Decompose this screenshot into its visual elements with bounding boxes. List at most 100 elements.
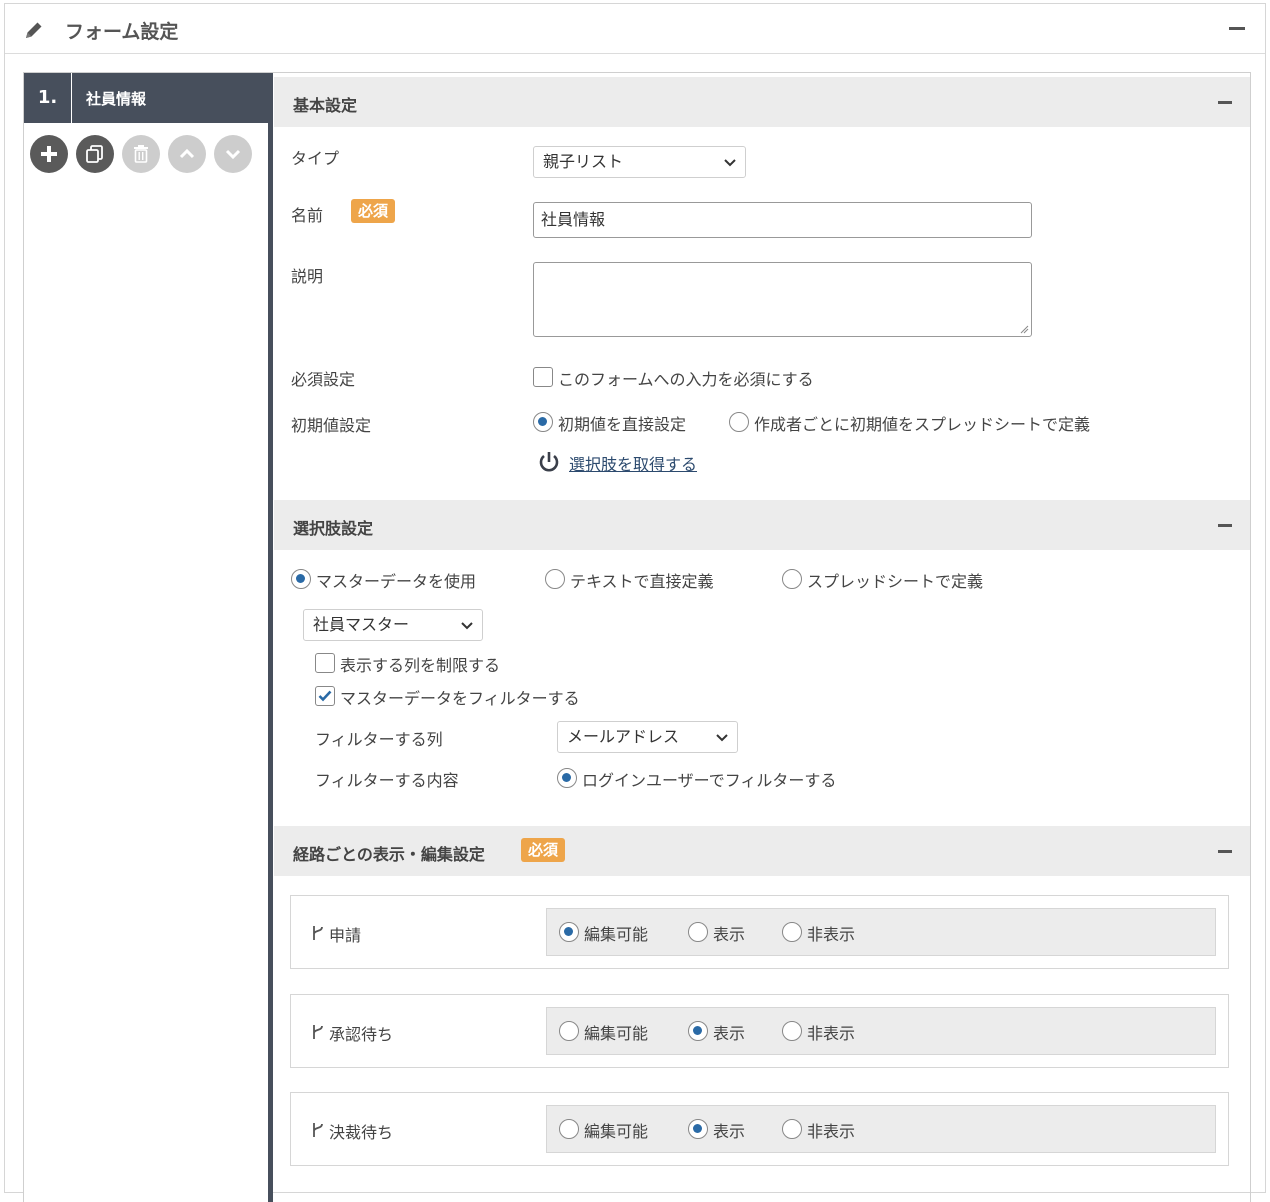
form-editor: 1. 社員情報 基本設定 タイプ 親子リスト 名前 必須 社員情報 説明 必須設… bbox=[23, 72, 1251, 1202]
item-settings: 基本設定 タイプ 親子リスト 名前 必須 社員情報 説明 必須設定 このフォーム… bbox=[274, 73, 1251, 1202]
collapse-section-button[interactable] bbox=[1218, 101, 1232, 104]
default-sheet-label: 作成者ごとに初期値をスプレッドシートで定義 bbox=[754, 415, 1091, 434]
radio-icon bbox=[688, 922, 708, 942]
route-row: 承認待ち 編集可能 表示 非表示 bbox=[290, 994, 1229, 1068]
sidebar-item-number: 1. bbox=[24, 73, 72, 123]
route-row: 申請 編集可能 表示 非表示 bbox=[290, 895, 1229, 969]
default-value-label: 初期値設定 bbox=[291, 416, 372, 435]
filter-column-value: メールアドレス bbox=[567, 727, 680, 746]
sidebar-divider bbox=[268, 73, 273, 1202]
section-title: 基本設定 bbox=[293, 96, 358, 115]
route-settings-header[interactable]: 経路ごとの表示・編集設定 必須 bbox=[274, 826, 1250, 876]
filter-master-label: マスターデータをフィルターする bbox=[340, 689, 580, 708]
section-title: 選択肢設定 bbox=[293, 519, 374, 538]
editable-label: 編集可能 bbox=[584, 1024, 649, 1043]
editable-label: 編集可能 bbox=[584, 925, 649, 944]
route-name-label: 申請 bbox=[329, 926, 362, 945]
basic-settings-header[interactable]: 基本設定 bbox=[274, 77, 1250, 127]
master-data-label: マスターデータを使用 bbox=[316, 572, 477, 591]
pencil-icon bbox=[23, 19, 45, 45]
route-visibility-options: 編集可能 表示 非表示 bbox=[546, 1007, 1216, 1055]
required-badge: 必須 bbox=[351, 199, 396, 223]
resize-handle-icon[interactable] bbox=[1020, 325, 1029, 334]
hide-label: 非表示 bbox=[807, 1122, 856, 1141]
description-textarea[interactable] bbox=[533, 262, 1032, 337]
copy-icon[interactable] bbox=[76, 135, 114, 173]
required-checkbox-label: このフォームへの入力を必須にする bbox=[558, 370, 814, 389]
description-label: 説明 bbox=[291, 267, 324, 286]
radio-icon bbox=[559, 1119, 579, 1139]
route-name-label: 決裁待ち bbox=[329, 1123, 394, 1142]
checkbox-icon bbox=[315, 653, 335, 673]
sidebar-item-employee-info[interactable]: 1. 社員情報 bbox=[24, 73, 268, 123]
text-define-label: テキストで直接定義 bbox=[570, 572, 714, 591]
name-label: 名前 bbox=[291, 206, 324, 225]
route-name: 申請 bbox=[311, 922, 361, 946]
default-direct-label: 初期値を直接設定 bbox=[558, 415, 687, 434]
radio-icon bbox=[545, 569, 565, 589]
filter-column-select[interactable]: メールアドレス bbox=[557, 721, 738, 753]
radio-icon bbox=[559, 1021, 579, 1041]
radio-selected-icon bbox=[557, 768, 577, 788]
fetch-choices-link[interactable]: 選択肢を取得する bbox=[537, 450, 737, 476]
power-icon bbox=[539, 452, 559, 472]
panel-header: フォーム設定 bbox=[5, 4, 1265, 54]
radio-selected-icon bbox=[533, 412, 553, 432]
radio-selected-icon bbox=[559, 922, 579, 942]
chevron-down-icon bbox=[724, 159, 736, 167]
checkbox-icon bbox=[533, 367, 553, 387]
collapse-panel-button[interactable] bbox=[1229, 27, 1245, 30]
chevron-up-icon[interactable] bbox=[168, 135, 206, 173]
chevron-down-icon[interactable] bbox=[214, 135, 252, 173]
radio-selected-icon bbox=[688, 1119, 708, 1139]
choices-settings-header[interactable]: 選択肢設定 bbox=[274, 500, 1250, 550]
route-name-label: 承認待ち bbox=[329, 1025, 394, 1044]
show-label: 表示 bbox=[713, 1024, 746, 1043]
filter-column-label: フィルターする列 bbox=[315, 730, 443, 749]
add-icon[interactable] bbox=[30, 135, 68, 173]
radio-icon bbox=[782, 569, 802, 589]
branch-icon bbox=[313, 926, 323, 940]
route-name: 決裁待ち bbox=[311, 1119, 393, 1143]
fetch-choices-label: 選択肢を取得する bbox=[569, 455, 698, 474]
collapse-section-button[interactable] bbox=[1218, 850, 1232, 853]
radio-selected-icon bbox=[688, 1021, 708, 1041]
collapse-section-button[interactable] bbox=[1218, 524, 1232, 527]
sheet-define-label: スプレッドシートで定義 bbox=[807, 572, 984, 591]
hide-label: 非表示 bbox=[807, 925, 856, 944]
branch-icon bbox=[313, 1025, 323, 1039]
hide-label: 非表示 bbox=[807, 1024, 856, 1043]
type-label: タイプ bbox=[291, 149, 340, 168]
chevron-down-icon bbox=[461, 622, 473, 630]
show-label: 表示 bbox=[713, 1122, 746, 1141]
master-select-value: 社員マスター bbox=[313, 615, 410, 634]
radio-icon bbox=[729, 412, 749, 432]
editable-label: 編集可能 bbox=[584, 1122, 649, 1141]
filter-content-label: フィルターする内容 bbox=[315, 771, 459, 790]
form-settings-panel: フォーム設定 1. 社員情報 基本設定 タイプ 親子リスト 名前 必須 社員情報… bbox=[4, 3, 1266, 1202]
form-item-sidebar: 1. 社員情報 bbox=[24, 73, 268, 1202]
section-title: 経路ごとの表示・編集設定 bbox=[293, 845, 485, 864]
show-label: 表示 bbox=[713, 925, 746, 944]
route-row: 決裁待ち 編集可能 表示 非表示 bbox=[290, 1092, 1229, 1166]
route-visibility-options: 編集可能 表示 非表示 bbox=[546, 908, 1216, 956]
required-badge: 必須 bbox=[521, 838, 566, 862]
trash-icon[interactable] bbox=[122, 135, 160, 173]
type-select-value: 親子リスト bbox=[543, 152, 624, 171]
master-select[interactable]: 社員マスター bbox=[303, 609, 483, 641]
chevron-down-icon bbox=[716, 734, 728, 742]
filter-login-user-label: ログインユーザーでフィルターする bbox=[582, 771, 837, 790]
radio-selected-icon bbox=[291, 569, 311, 589]
name-input[interactable]: 社員情報 bbox=[533, 202, 1032, 238]
branch-icon bbox=[313, 1123, 323, 1137]
route-visibility-options: 編集可能 表示 非表示 bbox=[546, 1105, 1216, 1153]
panel-title: フォーム設定 bbox=[65, 21, 179, 43]
route-name: 承認待ち bbox=[311, 1021, 393, 1045]
required-setting-label: 必須設定 bbox=[291, 370, 356, 389]
radio-icon bbox=[782, 1021, 802, 1041]
radio-icon bbox=[782, 1119, 802, 1139]
type-select[interactable]: 親子リスト bbox=[533, 146, 746, 178]
radio-icon bbox=[782, 922, 802, 942]
limit-columns-label: 表示する列を制限する bbox=[340, 656, 501, 675]
sidebar-item-label: 社員情報 bbox=[86, 90, 147, 108]
